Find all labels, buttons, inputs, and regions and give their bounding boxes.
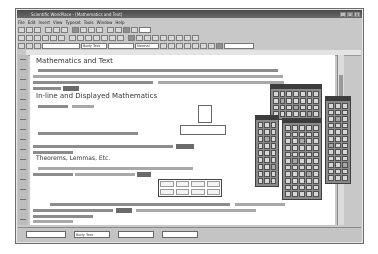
menu-window[interactable]: Window [97,20,113,25]
note-button[interactable] [192,42,199,49]
status-field-4 [162,231,198,238]
status-field-3 [118,231,154,238]
text-tag-field[interactable]: Normal [135,42,159,49]
menu-edit[interactable]: Edit [28,20,36,25]
status-field-1 [26,231,66,238]
new-file-button[interactable] [18,26,25,33]
evaluate-numeric-button[interactable] [136,34,143,41]
text-mode-button[interactable] [115,26,122,33]
matrix-display[interactable] [158,179,222,197]
subsection-heading: In-line and Displayed Mathematics [36,92,158,100]
copy-button[interactable] [53,26,60,33]
menu-bar: File Edit Insert View Typeset Tools Wind… [18,19,361,25]
factor-button[interactable] [152,34,159,41]
print-button[interactable] [80,26,87,33]
display-math[interactable] [198,105,212,123]
display-button[interactable] [58,34,65,41]
menu-tools[interactable]: Tools [84,20,94,25]
delimiter-button[interactable] [109,34,116,41]
menu-view[interactable]: View [53,20,63,25]
title-bar: Scientific WorkPlace - [Mathematics and … [17,10,362,18]
math-mode-button[interactable] [107,26,114,33]
evaluate-button[interactable] [128,34,135,41]
symbol-palette-left[interactable] [255,115,279,187]
bold-button[interactable] [160,42,167,49]
zoom-field[interactable] [139,26,151,33]
greek-button[interactable] [69,34,76,41]
open-file-button[interactable] [26,26,33,33]
spell-check-button[interactable] [96,26,103,33]
superscript-button[interactable] [18,34,25,41]
symbol-palette-middle[interactable] [282,118,322,200]
symbol-palette-right[interactable] [325,96,351,184]
subscript-button[interactable] [26,34,33,41]
relation-button[interactable] [85,34,92,41]
field-button[interactable] [200,42,207,49]
link-button[interactable] [184,42,191,49]
fraction-button[interactable] [123,26,130,33]
arrow-button[interactable] [93,34,100,41]
radical-button[interactable] [131,26,138,33]
standard-toolbar [18,26,361,33]
cut-button[interactable] [45,26,52,33]
menu-help[interactable]: Help [115,20,124,25]
undo-button[interactable] [72,26,79,33]
status-bar: Body Text [18,227,361,242]
expand-button[interactable] [160,34,167,41]
bracket-button[interactable] [34,34,41,41]
plot-3d-button[interactable] [176,34,183,41]
theorem-heading: Theorems, Lemmas, Etc. [36,155,111,162]
section-heading: Mathematics and Text [36,57,113,65]
status-field-2: Body Text [74,231,110,238]
misc-symbol-button[interactable] [117,34,124,41]
simplify-button[interactable] [144,34,151,41]
item-tag-field[interactable] [108,42,134,49]
history-field[interactable] [224,42,254,49]
maximize-button[interactable]: □ [347,11,353,17]
plot-2d-button[interactable] [168,34,175,41]
body-tag-field[interactable]: Body Text [81,42,107,49]
text-tag-button[interactable] [34,42,41,49]
line-gutter [18,55,28,225]
operator-button[interactable] [50,34,57,41]
display-equation[interactable] [180,125,226,135]
paste-button[interactable] [61,26,68,33]
math-toolbar [18,34,361,41]
section-tag-button[interactable] [18,42,25,49]
window-controls: _ □ × [340,11,360,17]
graphics-button[interactable] [216,42,223,49]
definitions-button[interactable] [192,34,199,41]
save-button[interactable] [34,26,41,33]
menu-insert[interactable]: Insert [38,20,49,25]
section-tag-field[interactable] [42,42,80,49]
symbol-button[interactable] [77,34,84,41]
window-title: Scientific WorkPlace - [Mathematics and … [31,11,123,17]
italic-button[interactable] [168,42,175,49]
minimize-button[interactable]: _ [340,11,346,17]
menu-typeset[interactable]: Typeset [65,20,80,25]
close-button[interactable]: × [354,11,360,17]
solve-button[interactable] [184,34,191,41]
item-tag-button[interactable] [26,42,33,49]
preview-button[interactable] [88,26,95,33]
emphasis-button[interactable] [176,42,183,49]
binary-op-button[interactable] [101,34,108,41]
menu-file[interactable]: File [18,20,25,25]
matrix-button[interactable] [42,34,49,41]
tag-toolbar: Body Text Normal [18,42,361,49]
table-button[interactable] [208,42,215,49]
